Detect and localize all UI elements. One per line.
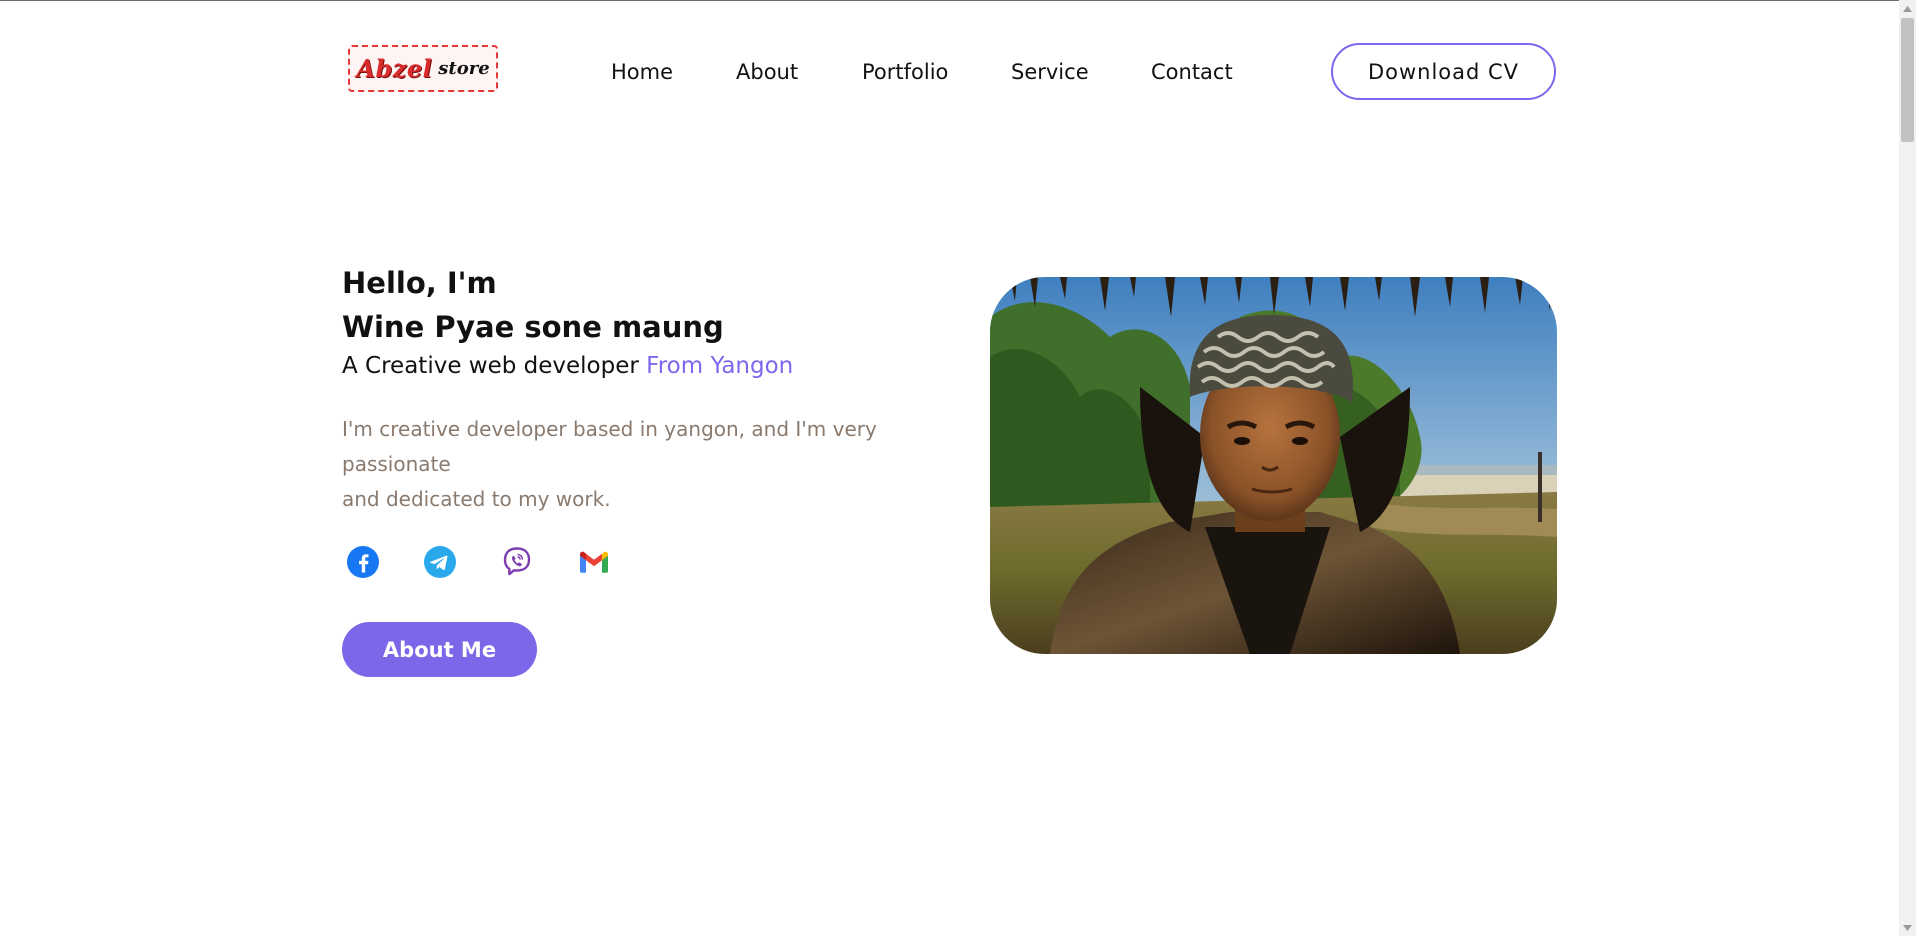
main-nav: Home About Portfolio Service Contact [0,57,1916,87]
hero-tagline: A Creative web developer From Yangon [342,350,793,382]
nav-contact[interactable]: Contact [1151,57,1233,87]
hero-bio: I'm creative developer based in yangon, … [342,412,877,517]
download-cv-button[interactable]: Download CV [1331,43,1556,100]
hero-name: Wine Pyae sone maung [342,310,724,344]
nav-home[interactable]: Home [611,57,673,87]
hero-greeting: Hello, I'm [342,266,497,300]
page-scrollbar[interactable] [1899,0,1916,936]
about-me-button[interactable]: About Me [342,622,537,677]
bio-line: and dedicated to my work. [342,487,611,511]
page: Abzel store Home About Portfolio Service… [0,0,1916,936]
top-border [0,0,1916,1]
scrollbar-thumb[interactable] [1901,18,1914,142]
bio-line: I'm creative developer based in yangon, … [342,417,877,441]
scroll-down-arrow-icon[interactable] [1899,919,1916,936]
gmail-icon[interactable] [577,545,611,579]
scroll-up-arrow-icon[interactable] [1899,0,1916,17]
bio-line: passionate [342,452,451,476]
telegram-icon[interactable] [423,545,457,579]
portrait-photo [990,277,1557,654]
facebook-icon[interactable] [346,545,380,579]
tagline-accent: From Yangon [646,353,794,379]
nav-about[interactable]: About [736,57,798,87]
tagline-prefix: A Creative web developer [342,353,647,379]
nav-service[interactable]: Service [1011,57,1089,87]
nav-portfolio[interactable]: Portfolio [862,57,948,87]
viber-icon[interactable] [500,545,534,579]
